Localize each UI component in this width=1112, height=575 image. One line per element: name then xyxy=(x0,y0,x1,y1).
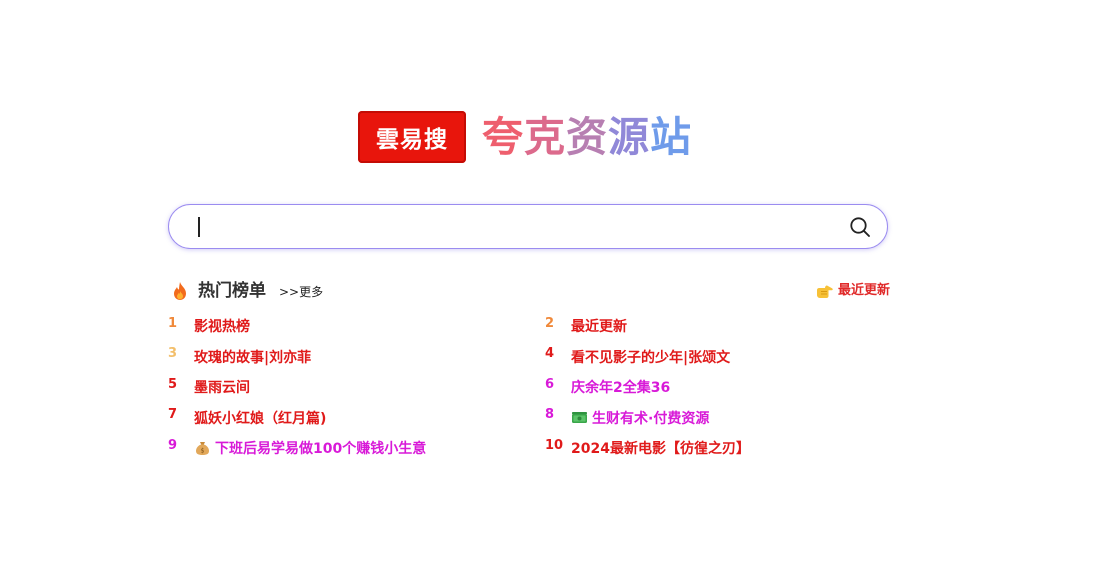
hot-item-label: 最近更新 xyxy=(571,319,627,335)
money-bills-icon xyxy=(571,410,588,426)
hot-list-item[interactable]: 6 庆余年2全集36 xyxy=(545,374,670,400)
hot-item-label: 下班后易学易做100个赚钱小生意 xyxy=(215,441,427,457)
hot-item-rank: 2 xyxy=(545,315,555,331)
latest-updates-label: 最近更新 xyxy=(837,283,890,298)
hot-item-label: 玫瑰的故事|刘亦菲 xyxy=(194,349,312,366)
search-icon xyxy=(850,217,870,237)
hot-item-label: 狐妖小红娘（红月篇) xyxy=(194,410,327,427)
text-caret xyxy=(198,217,200,237)
hot-list-item[interactable]: 8 生财有术·付费资源 xyxy=(545,405,709,431)
site-logo[interactable]: 雲易搜 xyxy=(358,111,466,163)
site-title-char: 源 xyxy=(608,113,650,161)
hot-item-rank: 6 xyxy=(545,376,555,392)
brand-header: 雲易搜 夸克资源站 xyxy=(358,110,692,164)
logo-text: 雲易搜 xyxy=(376,126,448,153)
hot-item-label: 2024最新电影【彷徨之刃】 xyxy=(571,441,750,457)
site-title-char: 站 xyxy=(650,113,692,161)
hot-item-rank: 4 xyxy=(545,346,555,361)
hot-list-header: 热门榜单 >>更多 最近更新 xyxy=(172,279,890,303)
search-button[interactable] xyxy=(849,216,871,238)
hot-list-item[interactable]: 2 最近更新 xyxy=(545,313,627,339)
latest-updates-link[interactable]: 最近更新 xyxy=(816,280,890,302)
hot-item-label: 生财有术·付费资源 xyxy=(592,410,710,427)
hot-item-rank: 10 xyxy=(545,437,564,453)
hot-list-item[interactable]: 3 玫瑰的故事|刘亦菲 xyxy=(168,344,311,370)
hot-list-item[interactable]: 7 狐妖小红娘（红月篇) xyxy=(168,405,326,431)
hot-item-rank: 9 xyxy=(168,437,178,453)
hot-item-rank: 1 xyxy=(168,315,178,331)
hot-item-rank: 3 xyxy=(168,346,178,361)
fire-icon xyxy=(174,282,186,300)
pointing-hand-icon xyxy=(816,285,833,298)
search-input[interactable] xyxy=(191,211,843,241)
hot-item-label: 墨雨云间 xyxy=(194,380,250,396)
hot-list-item[interactable]: 1 影视热榜 xyxy=(168,313,250,339)
hot-list-item[interactable]: 5 墨雨云间 xyxy=(168,374,250,400)
more-link[interactable]: >>更多 xyxy=(279,282,323,302)
hot-list-item[interactable]: 10 2024最新电影【彷徨之刃】 xyxy=(545,435,750,461)
search-box xyxy=(168,204,888,249)
hot-list-item[interactable]: 4 看不见影子的少年|张颂文 xyxy=(545,344,730,370)
svg-text:$: $ xyxy=(201,448,205,455)
hot-list-item[interactable]: 9 $ 下班后易学易做100个赚钱小生意 xyxy=(168,435,426,461)
site-title: 夸克资源站 xyxy=(482,110,692,164)
money-bag-icon: $ xyxy=(194,440,211,456)
hot-item-label: 影视热榜 xyxy=(194,319,250,335)
site-title-char: 克 xyxy=(524,113,566,161)
hot-list-title: 热门榜单 xyxy=(198,281,266,301)
hot-item-rank: 7 xyxy=(168,407,178,422)
hot-item-rank: 5 xyxy=(168,376,178,392)
site-title-char: 夸 xyxy=(482,113,524,161)
hot-item-label: 看不见影子的少年|张颂文 xyxy=(571,349,731,366)
hot-item-rank: 8 xyxy=(545,407,555,422)
hot-item-label: 庆余年2全集36 xyxy=(571,380,671,396)
site-title-char: 资 xyxy=(566,113,608,161)
page: 雲易搜 夸克资源站 热门榜单 >>更多 最近更新 1 影视热榜 2 最近更新 3 玫瑰的 xyxy=(0,0,1112,575)
